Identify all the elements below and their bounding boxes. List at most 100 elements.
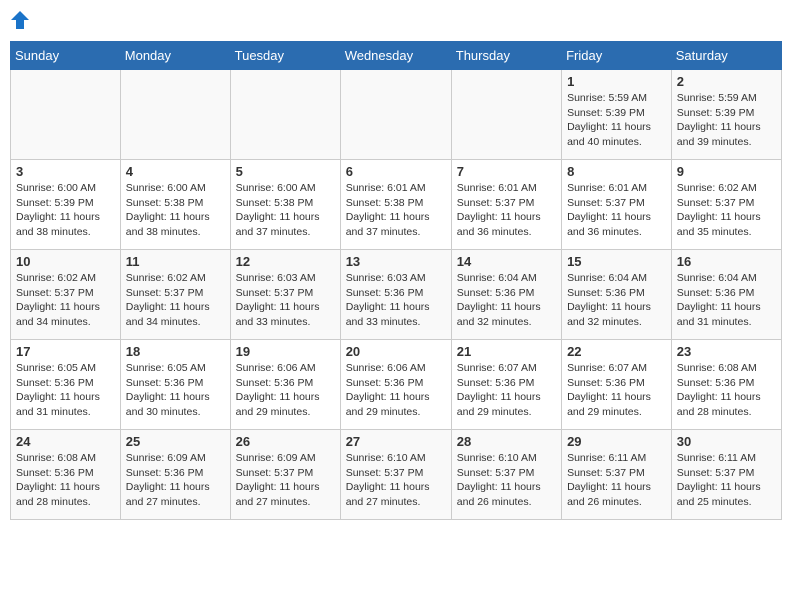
- calendar-cell: 23 Sunrise: 6:08 AM Sunset: 5:36 PM Dayli…: [671, 340, 781, 430]
- calendar-cell: 14Sunrise: 6:04 AM Sunset: 5:36 PM Dayli…: [451, 250, 561, 340]
- day-number: 26: [236, 434, 335, 449]
- day-number: 22: [567, 344, 666, 359]
- day-number: 3: [16, 164, 115, 179]
- calendar-header: SundayMondayTuesdayWednesdayThursdayFrid…: [11, 42, 782, 70]
- day-info: Sunrise: 6:07 AM Sunset: 5:36 PM Dayligh…: [567, 361, 666, 420]
- calendar-body: 1 Sunrise: 5:59 AM Sunset: 5:39 PM Daylig…: [11, 70, 782, 520]
- day-info: Sunrise: 6:06 AM Sunset: 5:36 PM Dayligh…: [346, 361, 446, 420]
- day-number: 29: [567, 434, 666, 449]
- day-info: Sunrise: 6:02 AM Sunset: 5:37 PM Dayligh…: [126, 271, 225, 330]
- calendar-cell: 4 Sunrise: 6:00 AM Sunset: 5:38 PM Daylig…: [120, 160, 230, 250]
- calendar-cell: 28 Sunrise: 6:10 AM Sunset: 5:37 PM Dayli…: [451, 430, 561, 520]
- logo: [10, 10, 34, 35]
- day-number: 12: [236, 254, 335, 269]
- day-info: Sunrise: 5:59 AM Sunset: 5:39 PM Dayligh…: [567, 91, 666, 150]
- calendar-cell: 21 Sunrise: 6:07 AM Sunset: 5:36 PM Dayli…: [451, 340, 561, 430]
- day-info: Sunrise: 6:07 AM Sunset: 5:36 PM Dayligh…: [457, 361, 556, 420]
- day-info: Sunrise: 6:09 AM Sunset: 5:37 PM Dayligh…: [236, 451, 335, 510]
- calendar-cell: [451, 70, 561, 160]
- day-number: 8: [567, 164, 666, 179]
- day-info: Sunrise: 6:00 AM Sunset: 5:38 PM Dayligh…: [126, 181, 225, 240]
- calendar-cell: 2 Sunrise: 5:59 AM Sunset: 5:39 PM Daylig…: [671, 70, 781, 160]
- day-number: 4: [126, 164, 225, 179]
- calendar-week-0: 1 Sunrise: 5:59 AM Sunset: 5:39 PM Daylig…: [11, 70, 782, 160]
- day-info: Sunrise: 6:01 AM Sunset: 5:37 PM Dayligh…: [457, 181, 556, 240]
- day-info: Sunrise: 6:08 AM Sunset: 5:36 PM Dayligh…: [677, 361, 776, 420]
- day-number: 24: [16, 434, 115, 449]
- day-number: 20: [346, 344, 446, 359]
- calendar-cell: 29 Sunrise: 6:11 AM Sunset: 5:37 PM Dayli…: [562, 430, 672, 520]
- calendar-week-4: 24Sunrise: 6:08 AM Sunset: 5:36 PM Dayli…: [11, 430, 782, 520]
- day-number: 23: [677, 344, 776, 359]
- calendar-cell: [11, 70, 121, 160]
- day-info: Sunrise: 6:05 AM Sunset: 5:36 PM Dayligh…: [126, 361, 225, 420]
- day-info: Sunrise: 6:05 AM Sunset: 5:36 PM Dayligh…: [16, 361, 115, 420]
- calendar-cell: 11Sunrise: 6:02 AM Sunset: 5:37 PM Dayli…: [120, 250, 230, 340]
- calendar-week-3: 17 Sunrise: 6:05 AM Sunset: 5:36 PM Dayli…: [11, 340, 782, 430]
- day-number: 30: [677, 434, 776, 449]
- calendar-cell: 24Sunrise: 6:08 AM Sunset: 5:36 PM Dayli…: [11, 430, 121, 520]
- calendar-cell: 15Sunrise: 6:04 AM Sunset: 5:36 PM Dayli…: [562, 250, 672, 340]
- calendar-cell: 6Sunrise: 6:01 AM Sunset: 5:38 PM Daylig…: [340, 160, 451, 250]
- day-number: 15: [567, 254, 666, 269]
- day-number: 18: [126, 344, 225, 359]
- day-number: 9: [677, 164, 776, 179]
- day-info: Sunrise: 6:03 AM Sunset: 5:36 PM Dayligh…: [346, 271, 446, 330]
- day-of-week-tuesday: Tuesday: [230, 42, 340, 70]
- day-of-week-monday: Monday: [120, 42, 230, 70]
- calendar-cell: 17 Sunrise: 6:05 AM Sunset: 5:36 PM Dayli…: [11, 340, 121, 430]
- calendar-cell: 26 Sunrise: 6:09 AM Sunset: 5:37 PM Dayli…: [230, 430, 340, 520]
- calendar-cell: 3 Sunrise: 6:00 AM Sunset: 5:39 PM Daylig…: [11, 160, 121, 250]
- day-info: Sunrise: 6:01 AM Sunset: 5:37 PM Dayligh…: [567, 181, 666, 240]
- calendar-cell: 12 Sunrise: 6:03 AM Sunset: 5:37 PM Dayli…: [230, 250, 340, 340]
- day-info: Sunrise: 6:00 AM Sunset: 5:38 PM Dayligh…: [236, 181, 335, 240]
- day-info: Sunrise: 6:02 AM Sunset: 5:37 PM Dayligh…: [16, 271, 115, 330]
- calendar-cell: 27 Sunrise: 6:10 AM Sunset: 5:37 PM Dayli…: [340, 430, 451, 520]
- calendar-table: SundayMondayTuesdayWednesdayThursdayFrid…: [10, 41, 782, 520]
- day-info: Sunrise: 6:04 AM Sunset: 5:36 PM Dayligh…: [457, 271, 556, 330]
- calendar-cell: 9 Sunrise: 6:02 AM Sunset: 5:37 PM Daylig…: [671, 160, 781, 250]
- day-number: 1: [567, 74, 666, 89]
- header-row: SundayMondayTuesdayWednesdayThursdayFrid…: [11, 42, 782, 70]
- calendar-cell: 18 Sunrise: 6:05 AM Sunset: 5:36 PM Dayli…: [120, 340, 230, 430]
- calendar-cell: 7 Sunrise: 6:01 AM Sunset: 5:37 PM Daylig…: [451, 160, 561, 250]
- day-number: 19: [236, 344, 335, 359]
- day-number: 25: [126, 434, 225, 449]
- day-info: Sunrise: 6:11 AM Sunset: 5:37 PM Dayligh…: [677, 451, 776, 510]
- day-of-week-friday: Friday: [562, 42, 672, 70]
- calendar-cell: 10Sunrise: 6:02 AM Sunset: 5:37 PM Dayli…: [11, 250, 121, 340]
- logo-icon: [10, 10, 30, 30]
- calendar-cell: 5 Sunrise: 6:00 AM Sunset: 5:38 PM Daylig…: [230, 160, 340, 250]
- day-number: 28: [457, 434, 556, 449]
- calendar-cell: 13 Sunrise: 6:03 AM Sunset: 5:36 PM Dayli…: [340, 250, 451, 340]
- day-number: 21: [457, 344, 556, 359]
- day-info: Sunrise: 6:03 AM Sunset: 5:37 PM Dayligh…: [236, 271, 335, 330]
- day-of-week-thursday: Thursday: [451, 42, 561, 70]
- calendar-cell: [120, 70, 230, 160]
- day-number: 7: [457, 164, 556, 179]
- day-info: Sunrise: 6:00 AM Sunset: 5:39 PM Dayligh…: [16, 181, 115, 240]
- day-number: 5: [236, 164, 335, 179]
- day-info: Sunrise: 6:02 AM Sunset: 5:37 PM Dayligh…: [677, 181, 776, 240]
- day-number: 17: [16, 344, 115, 359]
- day-info: Sunrise: 6:10 AM Sunset: 5:37 PM Dayligh…: [346, 451, 446, 510]
- day-number: 13: [346, 254, 446, 269]
- day-info: Sunrise: 6:06 AM Sunset: 5:36 PM Dayligh…: [236, 361, 335, 420]
- day-info: Sunrise: 5:59 AM Sunset: 5:39 PM Dayligh…: [677, 91, 776, 150]
- day-info: Sunrise: 6:09 AM Sunset: 5:36 PM Dayligh…: [126, 451, 225, 510]
- calendar-cell: 20 Sunrise: 6:06 AM Sunset: 5:36 PM Dayli…: [340, 340, 451, 430]
- day-info: Sunrise: 6:11 AM Sunset: 5:37 PM Dayligh…: [567, 451, 666, 510]
- calendar-cell: 16Sunrise: 6:04 AM Sunset: 5:36 PM Dayli…: [671, 250, 781, 340]
- day-info: Sunrise: 6:04 AM Sunset: 5:36 PM Dayligh…: [677, 271, 776, 330]
- calendar-week-2: 10Sunrise: 6:02 AM Sunset: 5:37 PM Dayli…: [11, 250, 782, 340]
- day-of-week-wednesday: Wednesday: [340, 42, 451, 70]
- calendar-cell: 30 Sunrise: 6:11 AM Sunset: 5:37 PM Dayli…: [671, 430, 781, 520]
- day-number: 2: [677, 74, 776, 89]
- day-info: Sunrise: 6:10 AM Sunset: 5:37 PM Dayligh…: [457, 451, 556, 510]
- calendar-cell: [230, 70, 340, 160]
- day-number: 6: [346, 164, 446, 179]
- page-header: [10, 10, 782, 35]
- calendar-cell: 19 Sunrise: 6:06 AM Sunset: 5:36 PM Dayli…: [230, 340, 340, 430]
- calendar-cell: 1 Sunrise: 5:59 AM Sunset: 5:39 PM Daylig…: [562, 70, 672, 160]
- day-number: 27: [346, 434, 446, 449]
